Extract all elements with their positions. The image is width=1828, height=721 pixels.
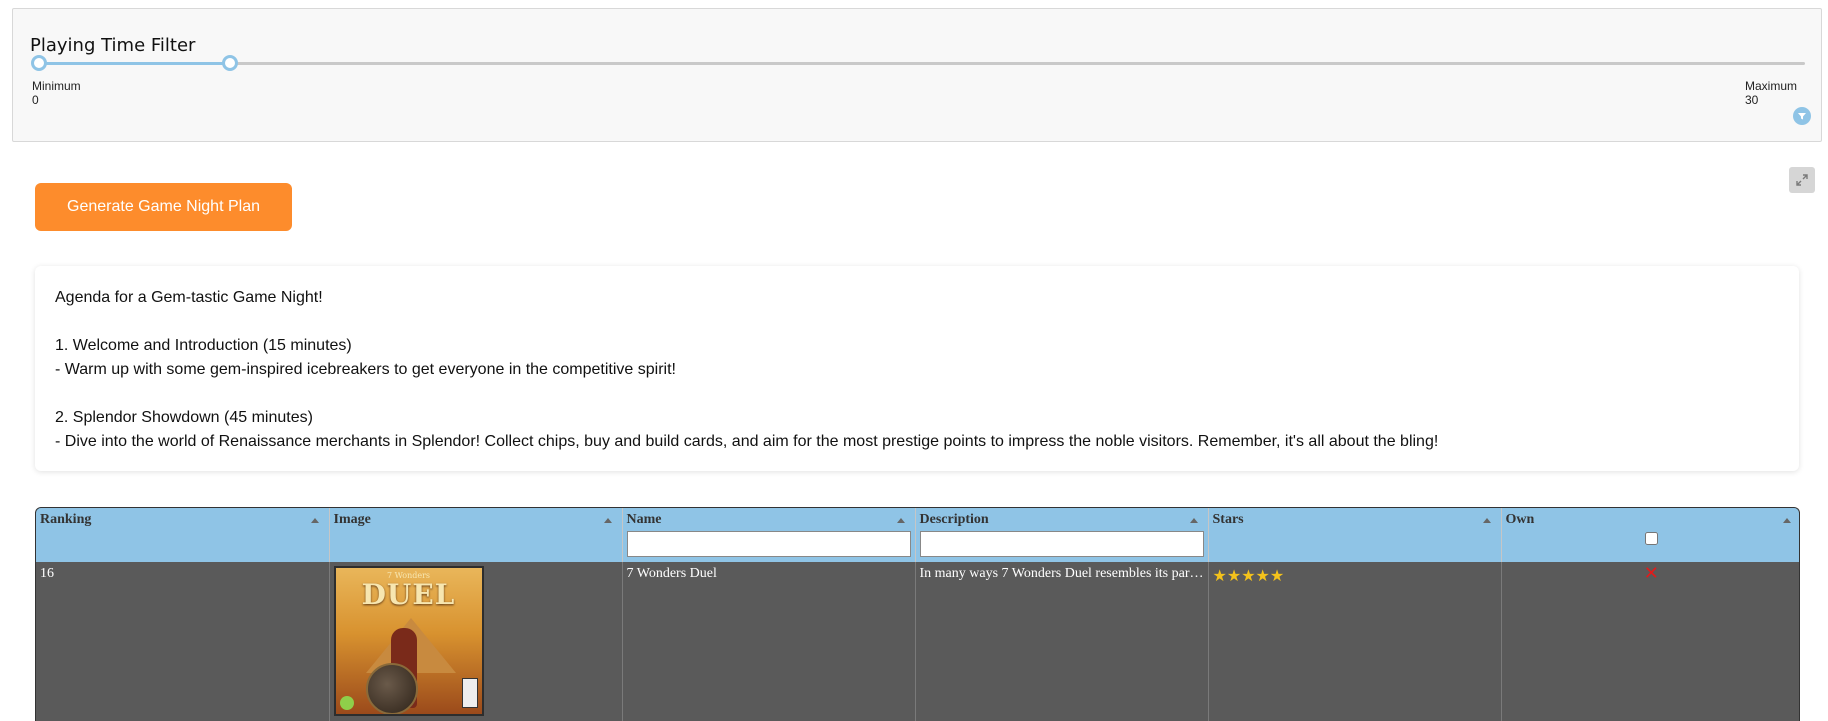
- table-row[interactable]: 16 7 Wonders DUEL 7 Wonders Duel In many…: [36, 562, 1799, 721]
- description-cell: In many ways 7 Wonders Duel resembles it…: [915, 562, 1209, 721]
- name-cell: 7 Wonders Duel: [622, 562, 916, 721]
- column-header-ranking[interactable]: Ranking: [36, 508, 330, 562]
- column-header-name[interactable]: Name: [622, 508, 916, 562]
- filter-title: Playing Time Filter: [30, 35, 196, 56]
- column-header-own[interactable]: Own: [1501, 508, 1799, 562]
- not-owned-icon[interactable]: ✕: [1506, 565, 1798, 583]
- sort-icon[interactable]: [310, 518, 319, 523]
- slider-min-handle[interactable]: [31, 55, 47, 71]
- playing-time-slider[interactable]: [31, 55, 1805, 71]
- slider-selected-range: [39, 62, 230, 65]
- agenda-item-detail: - Dive into the world of Renaissance mer…: [55, 433, 1439, 450]
- sort-icon[interactable]: [1482, 518, 1491, 523]
- slider-max-handle[interactable]: [221, 55, 238, 71]
- maximum-label: Maximum: [1745, 79, 1798, 93]
- column-header-description[interactable]: Description: [915, 508, 1209, 562]
- own-filter-checkbox[interactable]: [1644, 532, 1658, 545]
- maximum-value: 30: [1745, 93, 1759, 107]
- sort-icon[interactable]: [1189, 518, 1198, 523]
- minimum-range-label: Minimum 0: [32, 79, 81, 107]
- column-header-image[interactable]: Image: [329, 508, 623, 562]
- filter-icon[interactable]: [1793, 107, 1811, 125]
- description-text: In many ways 7 Wonders Duel resembles it…: [919, 566, 1204, 581]
- games-table: Ranking Image Name Description Stars Own…: [35, 507, 1800, 721]
- column-header-stars[interactable]: Stars: [1208, 508, 1502, 562]
- agenda-heading: Agenda for a Gem-tastic Game Night!: [55, 289, 323, 306]
- stars-cell: ★★★★★: [1208, 562, 1502, 721]
- agenda-item-detail: - Warm up with some gem-inspired icebrea…: [55, 361, 676, 378]
- description-filter-input[interactable]: [919, 531, 1204, 557]
- box-art-title: DUEL: [361, 578, 456, 611]
- minimum-label: Minimum: [32, 79, 81, 93]
- agenda-item-title: 2. Splendor Showdown (45 minutes): [55, 409, 313, 426]
- sort-icon[interactable]: [896, 518, 905, 523]
- image-cell: 7 Wonders DUEL: [329, 562, 623, 721]
- sort-icon[interactable]: [603, 518, 612, 523]
- minimum-value: 0: [32, 93, 39, 107]
- generate-game-night-plan-button[interactable]: Generate Game Night Plan: [35, 183, 292, 231]
- ranking-cell: 16: [36, 562, 330, 721]
- agenda-item-title: 1. Welcome and Introduction (15 minutes): [55, 337, 352, 354]
- playing-time-filter-panel: Playing Time Filter Minimum 0 Maximum 30: [12, 8, 1822, 142]
- game-box-image: 7 Wonders DUEL: [333, 566, 484, 716]
- name-filter-input[interactable]: [626, 531, 911, 557]
- own-cell: ✕: [1501, 562, 1799, 721]
- maximum-range-label: Maximum 30: [1745, 79, 1797, 107]
- sort-icon[interactable]: [1783, 518, 1791, 523]
- expand-icon[interactable]: [1789, 167, 1815, 193]
- table-header-row: Ranking Image Name Description Stars Own: [36, 508, 1799, 562]
- star-rating: ★★★★★: [1212, 566, 1285, 585]
- agenda-card: Agenda for a Gem-tastic Game Night! 1. W…: [35, 266, 1799, 471]
